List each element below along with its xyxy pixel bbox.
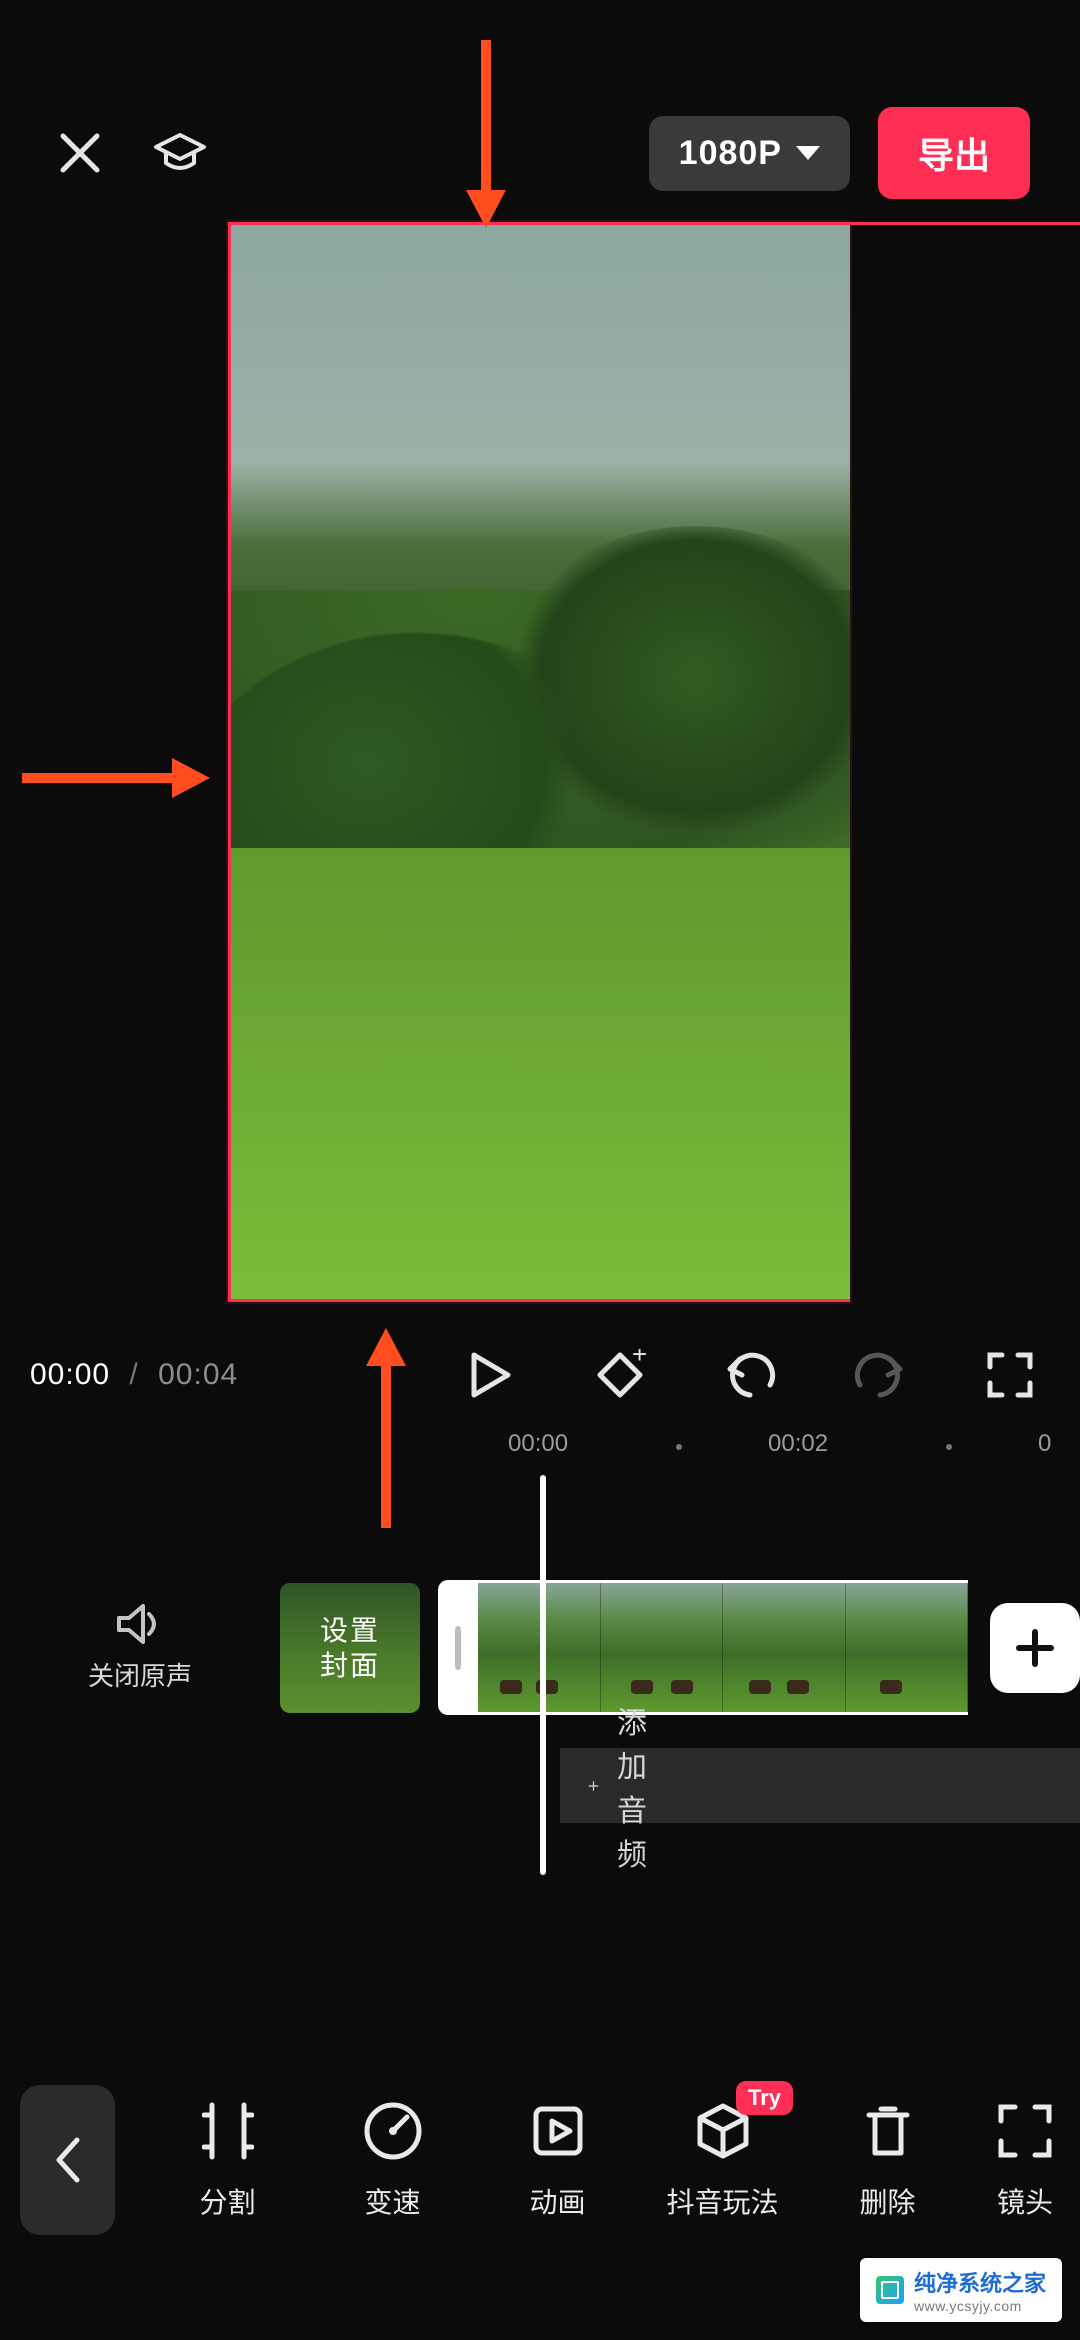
- watermark-logo-icon: [876, 2276, 904, 2304]
- watermark-title: 纯净系统之家: [914, 2271, 1046, 2296]
- ruler-dot: [676, 1444, 682, 1450]
- video-clip[interactable]: 5.0s: [478, 1580, 968, 1715]
- bottom-toolbar: 分割 变速 动画 Try 抖音玩法: [0, 2080, 1080, 2240]
- try-badge: Try: [736, 2081, 793, 2115]
- add-clip-button[interactable]: [990, 1603, 1080, 1693]
- watermark-url: www.ycsyjy.com: [914, 2298, 1046, 2314]
- plus-icon: [588, 1772, 599, 1800]
- ruler-dot: [946, 1444, 952, 1450]
- tool-split[interactable]: 分割: [145, 2099, 310, 2221]
- tool-delete[interactable]: 删除: [805, 2099, 970, 2221]
- tutorial-button[interactable]: [150, 123, 210, 183]
- clip-left-handle[interactable]: [438, 1580, 478, 1715]
- time-display: 00:00 / 00:04: [30, 1358, 238, 1392]
- chevron-down-icon: [796, 146, 820, 160]
- preview-frame[interactable]: [228, 222, 850, 1302]
- playhead[interactable]: [540, 1475, 546, 1875]
- trash-icon: [861, 2101, 915, 2161]
- toolbar-back-button[interactable]: [20, 2085, 115, 2235]
- export-button[interactable]: 导出: [878, 107, 1030, 199]
- plus-icon: [1013, 1626, 1057, 1670]
- tool-animation[interactable]: 动画: [475, 2099, 640, 2221]
- speaker-icon: [115, 1602, 165, 1646]
- ruler-tick: 00:02: [768, 1430, 828, 1458]
- animation-icon: [528, 2101, 588, 2161]
- split-icon: [202, 2101, 254, 2161]
- watermark: 纯净系统之家 www.ycsyjy.com: [860, 2258, 1062, 2322]
- preview-area: [0, 222, 1080, 1302]
- focus-frame-icon: [995, 2101, 1055, 2161]
- redo-icon: [854, 1351, 906, 1399]
- redo-button[interactable]: [850, 1345, 910, 1405]
- ruler-tick: 00:00: [508, 1430, 568, 1458]
- current-time: 00:00: [30, 1358, 110, 1391]
- timeline-ruler[interactable]: 00:00 00:02 0: [0, 1430, 1080, 1470]
- play-button[interactable]: [460, 1345, 520, 1405]
- graduation-cap-icon: [152, 125, 208, 181]
- selection-outline-extension: [850, 222, 1080, 225]
- close-button[interactable]: [50, 123, 110, 183]
- keyframe-diamond-icon: +: [594, 1349, 646, 1401]
- undo-icon: [724, 1351, 776, 1399]
- close-icon: [57, 130, 103, 176]
- resolution-label: 1080P: [679, 134, 782, 173]
- fullscreen-icon: [986, 1351, 1034, 1399]
- total-duration: 00:04: [158, 1358, 238, 1391]
- resolution-dropdown[interactable]: 1080P: [649, 116, 850, 191]
- play-icon: [468, 1351, 512, 1399]
- tool-douyin-play[interactable]: Try 抖音玩法: [640, 2099, 805, 2221]
- ruler-tick: 0: [1038, 1430, 1051, 1458]
- gauge-icon: [363, 2101, 423, 2161]
- svg-text:+: +: [632, 1349, 646, 1369]
- keyframe-button[interactable]: +: [590, 1345, 650, 1405]
- tool-lens[interactable]: 镜头: [970, 2099, 1080, 2221]
- editor-header: 1080P 导出: [0, 108, 1080, 198]
- playback-bar: 00:00 / 00:04 +: [0, 1340, 1080, 1410]
- mute-original-sound-button[interactable]: 关闭原声: [0, 1602, 280, 1693]
- set-cover-button[interactable]: 设置 封面: [280, 1583, 420, 1713]
- mute-label: 关闭原声: [88, 1656, 192, 1693]
- undo-button[interactable]: [720, 1345, 780, 1405]
- fullscreen-button[interactable]: [980, 1345, 1040, 1405]
- tool-speed[interactable]: 变速: [310, 2099, 475, 2221]
- add-audio-button[interactable]: 添加音频: [560, 1748, 1080, 1823]
- chevron-left-icon: [53, 2136, 83, 2184]
